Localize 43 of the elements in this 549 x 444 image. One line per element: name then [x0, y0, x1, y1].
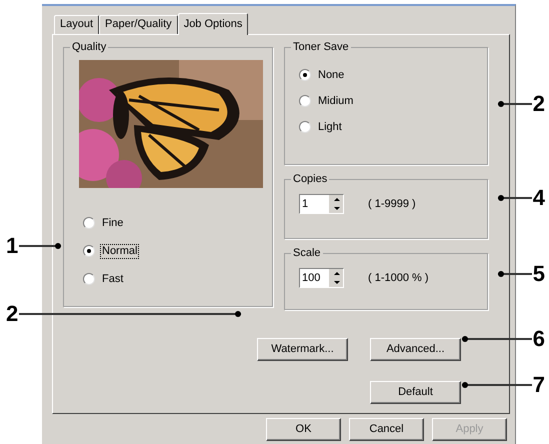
dialog-button[interactable]: Default	[370, 381, 461, 404]
leader-line	[462, 338, 532, 340]
dialog-button[interactable]: Cancel	[349, 418, 424, 441]
range-text: ( 1-1000 % )	[368, 270, 429, 286]
radio-button[interactable]	[299, 95, 311, 107]
dialog-button[interactable]: Watermark...	[257, 338, 348, 361]
group-title: Copies	[291, 172, 330, 186]
spin-down-icon[interactable]	[334, 281, 340, 284]
dialog-button[interactable]: Advanced...	[370, 338, 461, 361]
spin-field[interactable]: 100	[299, 268, 344, 288]
leader-line	[498, 273, 532, 275]
radio-button[interactable]	[83, 217, 95, 229]
radio-label[interactable]: Midium	[317, 94, 354, 108]
callout-number: 2	[532, 94, 545, 114]
radio-button[interactable]	[299, 121, 311, 133]
leader-line	[498, 103, 532, 105]
dialog-button[interactable]: OK	[266, 418, 341, 441]
callout-number: 1	[6, 236, 18, 256]
radio-label[interactable]: Normal	[101, 244, 138, 258]
radio-label[interactable]: Fine	[101, 216, 124, 230]
leader-line	[19, 245, 62, 247]
radio-button[interactable]	[83, 245, 95, 257]
tab[interactable]: Job Options	[178, 13, 248, 35]
spin-up-icon[interactable]	[334, 198, 340, 201]
leader-line	[498, 197, 532, 199]
callout-number: 4	[532, 188, 545, 208]
spin-field[interactable]: 1	[299, 194, 344, 214]
radio-label[interactable]: Fast	[101, 272, 124, 286]
group-title: Quality	[70, 40, 108, 54]
tab[interactable]: Paper/Quality	[99, 15, 178, 34]
radio-button[interactable]	[83, 273, 95, 285]
callout-number: 7	[532, 375, 545, 395]
range-text: ( 1-9999 )	[368, 196, 416, 212]
spin-up-icon[interactable]	[334, 272, 340, 275]
callout-number: 2	[6, 304, 18, 324]
spin-down-icon[interactable]	[334, 207, 340, 210]
leader-line	[462, 384, 532, 386]
radio-button[interactable]	[299, 69, 311, 81]
radio-label[interactable]: None	[317, 68, 346, 82]
radio-label[interactable]: Light	[317, 120, 343, 134]
callout-number: 6	[532, 329, 545, 349]
callout-number: 5	[532, 264, 545, 284]
tab[interactable]: Layout	[54, 15, 100, 34]
